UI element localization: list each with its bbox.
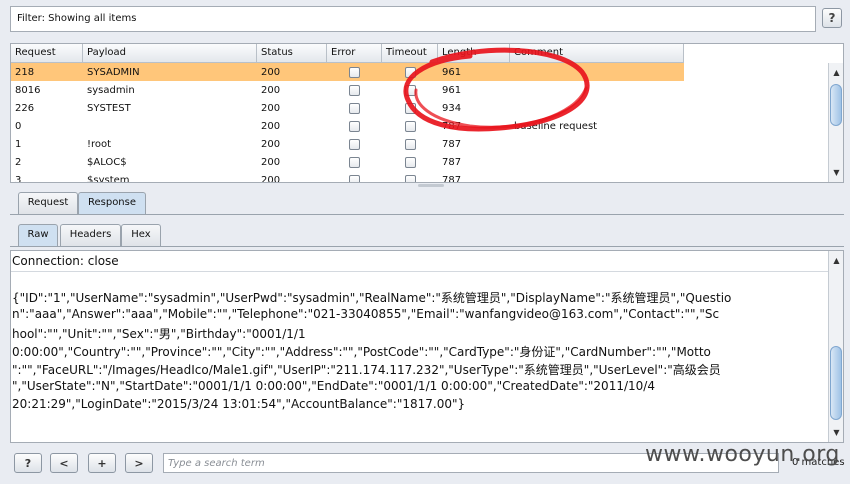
column-header-error[interactable]: Error xyxy=(327,44,382,63)
tab-divider xyxy=(10,214,844,215)
search-prev-button[interactable]: < xyxy=(50,453,78,473)
response-viewer[interactable]: Connection: close {"ID":"1","UserName":"… xyxy=(10,250,844,443)
help-icon: ? xyxy=(24,456,32,470)
scroll-down-icon[interactable]: ▼ xyxy=(829,165,843,180)
cell-payload: SYSTEST xyxy=(87,102,131,114)
response-body-line: hool":"","Unit":"","Sex":"男","Birthday":… xyxy=(12,327,306,341)
timeout-checkbox[interactable] xyxy=(404,120,416,132)
cell-payload: $system xyxy=(87,174,130,183)
timeout-checkbox[interactable] xyxy=(404,174,416,182)
tab-request[interactable]: Request xyxy=(18,192,78,214)
cell-status: 200 xyxy=(261,120,281,132)
filter-help-button[interactable]: ? xyxy=(822,8,842,28)
error-checkbox[interactable] xyxy=(349,102,360,114)
cell-request: 226 xyxy=(15,102,35,114)
cell-payload: SYSADMIN xyxy=(87,66,140,78)
table-row[interactable]: 1 !root 200 787 xyxy=(11,135,684,153)
column-header-request[interactable]: Request xyxy=(11,44,83,63)
response-body-line: {"ID":"1","UserName":"sysadmin","UserPwd… xyxy=(12,291,732,305)
tab-hex[interactable]: Hex xyxy=(121,224,161,246)
cell-length: 787 xyxy=(442,138,462,150)
cell-request: 0 xyxy=(15,120,22,132)
chevron-left-icon: < xyxy=(59,456,69,470)
cell-length: 787 xyxy=(442,120,462,132)
response-body-line: n":"aaa","Answer":"aaa","Mobile":"","Tel… xyxy=(12,307,720,321)
scroll-up-icon[interactable]: ▲ xyxy=(829,65,843,80)
column-header-payload[interactable]: Payload xyxy=(83,44,257,63)
tab-raw[interactable]: Raw xyxy=(18,224,58,246)
scroll-up-icon[interactable]: ▲ xyxy=(829,253,843,268)
cell-request: 8016 xyxy=(15,84,41,96)
table-row[interactable]: 226 SYSTEST 200 934 xyxy=(11,99,684,117)
cell-status: 200 xyxy=(261,102,281,114)
cell-request: 2 xyxy=(15,156,22,168)
response-body-line: ":"","FaceURL":"/Images/HeadIco/Male1.gi… xyxy=(12,363,721,377)
cell-status: 200 xyxy=(261,66,281,78)
cell-request: 3 xyxy=(15,174,22,183)
cell-length: 934 xyxy=(442,102,462,114)
table-scrollbar[interactable]: ▲ ▼ xyxy=(828,63,843,182)
pane-splitter[interactable] xyxy=(10,183,844,189)
search-add-button[interactable]: + xyxy=(88,453,116,473)
cell-status: 200 xyxy=(261,138,281,150)
column-header-comment[interactable]: Comment xyxy=(510,44,684,63)
cell-payload: $ALOC$ xyxy=(87,156,127,168)
cell-request: 218 xyxy=(15,66,35,78)
filter-bar[interactable]: Filter: Showing all items xyxy=(10,6,816,32)
column-header-length[interactable]: Length xyxy=(438,44,510,63)
response-body-line: 0:00:00","Country":"","Province":"","Cit… xyxy=(12,345,711,359)
table-row[interactable]: 2 $ALOC$ 200 787 xyxy=(11,153,684,171)
column-header-status[interactable]: Status xyxy=(257,44,327,63)
error-checkbox[interactable] xyxy=(349,174,360,182)
help-icon: ? xyxy=(828,11,836,25)
search-help-button[interactable]: ? xyxy=(14,453,42,473)
error-checkbox[interactable] xyxy=(349,138,360,150)
table-header: Request Payload Status Error Timeout Len… xyxy=(11,44,684,63)
search-next-button[interactable]: > xyxy=(125,453,153,473)
timeout-checkbox[interactable] xyxy=(404,156,416,168)
plus-icon: + xyxy=(97,456,107,470)
response-scroll-thumb[interactable] xyxy=(830,346,842,420)
error-checkbox[interactable] xyxy=(349,156,360,168)
cell-payload: sysadmin xyxy=(87,84,135,96)
table-row[interactable]: 0 200 787 baseline request xyxy=(11,117,684,135)
cell-status: 200 xyxy=(261,156,281,168)
subtab-divider xyxy=(10,246,844,247)
response-body-line: ","UserState":"N","StartDate":"0001/1/1 … xyxy=(12,379,655,393)
cell-request: 1 xyxy=(15,138,22,150)
timeout-checkbox[interactable] xyxy=(404,84,416,96)
tab-headers[interactable]: Headers xyxy=(60,224,121,246)
timeout-checkbox[interactable] xyxy=(404,102,416,114)
response-body-line: 20:21:29","LoginDate":"2015/3/24 13:01:5… xyxy=(12,397,466,411)
table-row[interactable]: 3 $system 200 787 xyxy=(11,171,684,183)
tab-response[interactable]: Response xyxy=(78,192,146,214)
error-checkbox[interactable] xyxy=(349,84,360,96)
response-scrollbar[interactable]: ▲ ▼ xyxy=(828,251,843,442)
results-table[interactable]: Request Payload Status Error Timeout Len… xyxy=(10,43,844,183)
cell-length: 961 xyxy=(442,66,462,78)
cell-status: 200 xyxy=(261,174,281,183)
error-checkbox[interactable] xyxy=(349,66,360,78)
table-row[interactable]: 8016 sysadmin 200 961 xyxy=(11,81,684,99)
filter-text: Filter: Showing all items xyxy=(17,13,137,24)
cell-length: 787 xyxy=(442,156,462,168)
splitter-grip-icon[interactable] xyxy=(418,184,444,187)
connection-header-line: Connection: close xyxy=(11,251,829,272)
timeout-checkbox[interactable] xyxy=(404,138,416,150)
watermark-text: www.wooyun.org xyxy=(645,442,840,467)
column-header-timeout[interactable]: Timeout xyxy=(382,44,438,63)
timeout-checkbox[interactable] xyxy=(404,66,416,78)
cell-comment: baseline request xyxy=(514,120,598,132)
cell-length: 787 xyxy=(442,174,462,183)
cell-status: 200 xyxy=(261,84,281,96)
scroll-down-icon[interactable]: ▼ xyxy=(829,425,843,440)
cell-length: 961 xyxy=(442,84,462,96)
table-row[interactable]: 218 SYSADMIN 200 961 xyxy=(11,63,684,81)
chevron-right-icon: > xyxy=(134,456,144,470)
error-checkbox[interactable] xyxy=(349,120,360,132)
table-scroll-thumb[interactable] xyxy=(830,84,842,126)
cell-payload: !root xyxy=(87,138,112,150)
